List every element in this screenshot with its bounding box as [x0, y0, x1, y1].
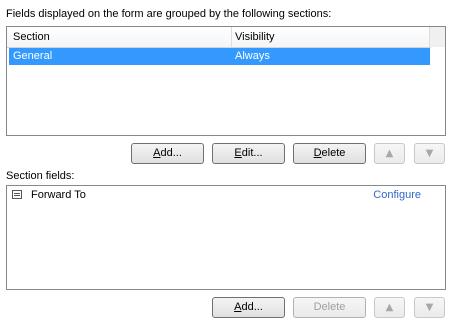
- move-field-up-button[interactable]: ▲: [374, 297, 405, 318]
- sections-list[interactable]: Section Visibility General Always: [6, 26, 446, 136]
- delete-section-button[interactable]: Delete: [293, 143, 366, 164]
- column-divider[interactable]: [231, 27, 232, 47]
- arrow-up-icon: ▲: [385, 148, 394, 159]
- list-scrollbar-corner: [429, 27, 445, 47]
- configure-link[interactable]: Configure: [373, 189, 421, 201]
- sections-list-header: Section Visibility: [7, 27, 431, 48]
- field-name: Forward To: [31, 189, 86, 201]
- arrow-up-icon: ▲: [385, 302, 394, 313]
- move-section-up-button[interactable]: ▲: [374, 143, 405, 164]
- move-section-down-button[interactable]: ▼: [414, 143, 445, 164]
- arrow-down-icon: ▼: [425, 148, 434, 159]
- section-fields-list[interactable]: Forward To Configure: [6, 185, 446, 290]
- section-cell: General: [13, 50, 53, 62]
- section-fields-label: Section fields:: [6, 170, 75, 182]
- add-section-button[interactable]: Add...: [131, 143, 204, 164]
- column-header-visibility[interactable]: Visibility: [235, 31, 275, 43]
- field-icon: [12, 190, 22, 199]
- edit-section-button[interactable]: Edit...: [212, 143, 285, 164]
- sections-description-label: Fields displayed on the form are grouped…: [6, 8, 332, 20]
- visibility-cell: Always: [235, 50, 270, 62]
- delete-field-button[interactable]: Delete: [293, 297, 366, 318]
- arrow-down-icon: ▼: [425, 302, 434, 313]
- column-header-section[interactable]: Section: [13, 31, 50, 43]
- add-field-button[interactable]: Add...: [212, 297, 285, 318]
- move-field-down-button[interactable]: ▼: [414, 297, 445, 318]
- table-row[interactable]: General Always: [9, 48, 430, 65]
